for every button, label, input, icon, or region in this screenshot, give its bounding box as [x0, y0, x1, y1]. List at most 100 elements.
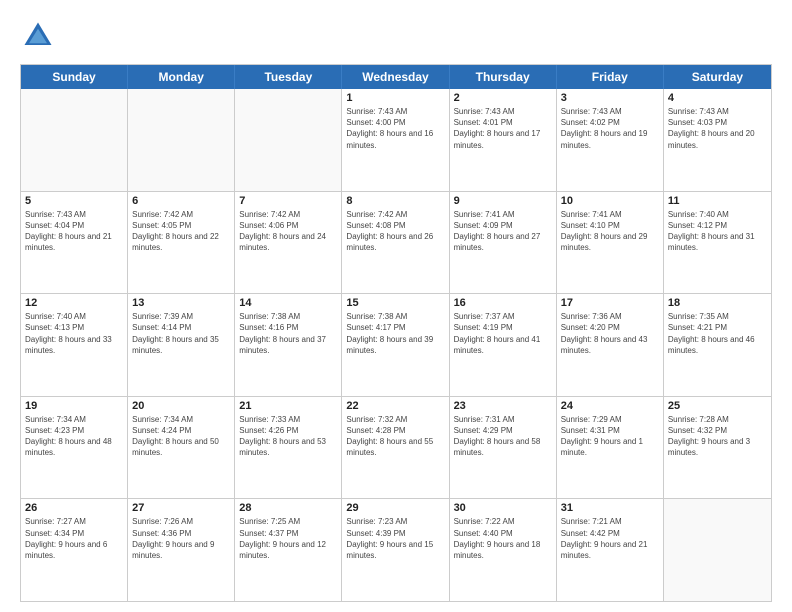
- page: SundayMondayTuesdayWednesdayThursdayFrid…: [0, 0, 792, 612]
- logo-icon: [20, 18, 56, 54]
- calendar-header: SundayMondayTuesdayWednesdayThursdayFrid…: [21, 65, 771, 89]
- day-info: Sunrise: 7:35 AMSunset: 4:21 PMDaylight:…: [668, 311, 767, 356]
- calendar-cell-14: 14 Sunrise: 7:38 AMSunset: 4:16 PMDayligh…: [235, 294, 342, 396]
- day-number: 9: [454, 195, 552, 207]
- calendar: SundayMondayTuesdayWednesdayThursdayFrid…: [20, 64, 772, 602]
- logo: [20, 18, 60, 54]
- day-number: 19: [25, 400, 123, 412]
- day-number: 29: [346, 502, 444, 514]
- calendar-week-4: 19 Sunrise: 7:34 AMSunset: 4:23 PMDayligh…: [21, 397, 771, 500]
- day-number: 20: [132, 400, 230, 412]
- calendar-weekday-wednesday: Wednesday: [342, 65, 449, 89]
- calendar-cell-2: 2 Sunrise: 7:43 AMSunset: 4:01 PMDaylight…: [450, 89, 557, 191]
- calendar-cell-4: 4Sunrise: 7:43 AMSunset: 4:03 PMDaylight…: [664, 89, 771, 191]
- day-info: Sunrise: 7:40 AMSunset: 4:12 PMDaylight:…: [668, 209, 767, 254]
- day-number: 1: [346, 92, 444, 104]
- day-number: 15: [346, 297, 444, 309]
- calendar-cell-empty: [128, 89, 235, 191]
- day-info: Sunrise: 7:37 AMSunset: 4:19 PMDaylight:…: [454, 311, 552, 356]
- calendar-week-2: 5 Sunrise: 7:43 AMSunset: 4:04 PMDaylight…: [21, 192, 771, 295]
- day-info: Sunrise: 7:43 AMSunset: 4:02 PMDaylight:…: [561, 106, 659, 151]
- day-number: 31: [561, 502, 659, 514]
- calendar-cell-10: 10 Sunrise: 7:41 AMSunset: 4:10 PMDayligh…: [557, 192, 664, 294]
- day-info: Sunrise: 7:28 AMSunset: 4:32 PMDaylight:…: [668, 414, 767, 459]
- day-number: 30: [454, 502, 552, 514]
- calendar-cell-28: 28 Sunrise: 7:25 AMSunset: 4:37 PMDayligh…: [235, 499, 342, 601]
- calendar-week-5: 26 Sunrise: 7:27 AMSunset: 4:34 PMDayligh…: [21, 499, 771, 601]
- calendar-cell-17: 17Sunrise: 7:36 AMSunset: 4:20 PMDayligh…: [557, 294, 664, 396]
- day-info: Sunrise: 7:41 AMSunset: 4:10 PMDaylight:…: [561, 209, 659, 254]
- day-info: Sunrise: 7:38 AMSunset: 4:17 PMDaylight:…: [346, 311, 444, 356]
- day-number: 23: [454, 400, 552, 412]
- header: [20, 18, 772, 54]
- day-number: 7: [239, 195, 337, 207]
- calendar-cell-1: 1 Sunrise: 7:43 AMSunset: 4:00 PMDaylight…: [342, 89, 449, 191]
- calendar-cell-22: 22 Sunrise: 7:32 AMSunset: 4:28 PMDayligh…: [342, 397, 449, 499]
- day-info: Sunrise: 7:23 AMSunset: 4:39 PMDaylight:…: [346, 516, 444, 561]
- day-info: Sunrise: 7:32 AMSunset: 4:28 PMDaylight:…: [346, 414, 444, 459]
- day-number: 22: [346, 400, 444, 412]
- calendar-weekday-friday: Friday: [557, 65, 664, 89]
- calendar-cell-6: 6 Sunrise: 7:42 AMSunset: 4:05 PMDaylight…: [128, 192, 235, 294]
- calendar-week-3: 12 Sunrise: 7:40 AMSunset: 4:13 PMDayligh…: [21, 294, 771, 397]
- calendar-cell-15: 15 Sunrise: 7:38 AMSunset: 4:17 PMDayligh…: [342, 294, 449, 396]
- day-info: Sunrise: 7:34 AMSunset: 4:24 PMDaylight:…: [132, 414, 230, 459]
- day-number: 16: [454, 297, 552, 309]
- calendar-cell-7: 7 Sunrise: 7:42 AMSunset: 4:06 PMDaylight…: [235, 192, 342, 294]
- calendar-cell-23: 23 Sunrise: 7:31 AMSunset: 4:29 PMDayligh…: [450, 397, 557, 499]
- calendar-cell-24: 24Sunrise: 7:29 AMSunset: 4:31 PMDayligh…: [557, 397, 664, 499]
- day-number: 10: [561, 195, 659, 207]
- calendar-cell-5: 5 Sunrise: 7:43 AMSunset: 4:04 PMDaylight…: [21, 192, 128, 294]
- day-number: 21: [239, 400, 337, 412]
- day-number: 28: [239, 502, 337, 514]
- calendar-cell-18: 18 Sunrise: 7:35 AMSunset: 4:21 PMDayligh…: [664, 294, 771, 396]
- day-number: 27: [132, 502, 230, 514]
- calendar-cell-30: 30 Sunrise: 7:22 AMSunset: 4:40 PMDayligh…: [450, 499, 557, 601]
- day-number: 2: [454, 92, 552, 104]
- calendar-cell-16: 16 Sunrise: 7:37 AMSunset: 4:19 PMDayligh…: [450, 294, 557, 396]
- calendar-cell-21: 21 Sunrise: 7:33 AMSunset: 4:26 PMDayligh…: [235, 397, 342, 499]
- calendar-cell-25: 25 Sunrise: 7:28 AMSunset: 4:32 PMDayligh…: [664, 397, 771, 499]
- day-info: Sunrise: 7:38 AMSunset: 4:16 PMDaylight:…: [239, 311, 337, 356]
- day-info: Sunrise: 7:25 AMSunset: 4:37 PMDaylight:…: [239, 516, 337, 561]
- day-info: Sunrise: 7:27 AMSunset: 4:34 PMDaylight:…: [25, 516, 123, 561]
- day-number: 25: [668, 400, 767, 412]
- day-info: Sunrise: 7:31 AMSunset: 4:29 PMDaylight:…: [454, 414, 552, 459]
- calendar-cell-empty: [21, 89, 128, 191]
- day-number: 26: [25, 502, 123, 514]
- day-info: Sunrise: 7:42 AMSunset: 4:06 PMDaylight:…: [239, 209, 337, 254]
- calendar-cell-13: 13Sunrise: 7:39 AMSunset: 4:14 PMDayligh…: [128, 294, 235, 396]
- calendar-weekday-thursday: Thursday: [450, 65, 557, 89]
- day-info: Sunrise: 7:43 AMSunset: 4:03 PMDaylight:…: [668, 106, 767, 151]
- calendar-cell-8: 8Sunrise: 7:42 AMSunset: 4:08 PMDaylight…: [342, 192, 449, 294]
- calendar-cell-29: 29 Sunrise: 7:23 AMSunset: 4:39 PMDayligh…: [342, 499, 449, 601]
- day-info: Sunrise: 7:21 AMSunset: 4:42 PMDaylight:…: [561, 516, 659, 561]
- calendar-week-1: 1 Sunrise: 7:43 AMSunset: 4:00 PMDaylight…: [21, 89, 771, 192]
- calendar-weekday-saturday: Saturday: [664, 65, 771, 89]
- calendar-weekday-monday: Monday: [128, 65, 235, 89]
- calendar-cell-empty: [235, 89, 342, 191]
- day-info: Sunrise: 7:29 AMSunset: 4:31 PMDaylight:…: [561, 414, 659, 459]
- day-info: Sunrise: 7:34 AMSunset: 4:23 PMDaylight:…: [25, 414, 123, 459]
- calendar-cell-19: 19 Sunrise: 7:34 AMSunset: 4:23 PMDayligh…: [21, 397, 128, 499]
- day-info: Sunrise: 7:22 AMSunset: 4:40 PMDaylight:…: [454, 516, 552, 561]
- day-info: Sunrise: 7:42 AMSunset: 4:05 PMDaylight:…: [132, 209, 230, 254]
- calendar-cell-empty: [664, 499, 771, 601]
- day-info: Sunrise: 7:40 AMSunset: 4:13 PMDaylight:…: [25, 311, 123, 356]
- day-number: 5: [25, 195, 123, 207]
- day-info: Sunrise: 7:36 AMSunset: 4:20 PMDaylight:…: [561, 311, 659, 356]
- calendar-cell-12: 12 Sunrise: 7:40 AMSunset: 4:13 PMDayligh…: [21, 294, 128, 396]
- day-number: 12: [25, 297, 123, 309]
- day-info: Sunrise: 7:43 AMSunset: 4:00 PMDaylight:…: [346, 106, 444, 151]
- day-number: 6: [132, 195, 230, 207]
- day-number: 14: [239, 297, 337, 309]
- day-info: Sunrise: 7:39 AMSunset: 4:14 PMDaylight:…: [132, 311, 230, 356]
- day-info: Sunrise: 7:43 AMSunset: 4:01 PMDaylight:…: [454, 106, 552, 151]
- day-number: 18: [668, 297, 767, 309]
- calendar-cell-31: 31 Sunrise: 7:21 AMSunset: 4:42 PMDayligh…: [557, 499, 664, 601]
- day-info: Sunrise: 7:33 AMSunset: 4:26 PMDaylight:…: [239, 414, 337, 459]
- calendar-cell-27: 27Sunrise: 7:26 AMSunset: 4:36 PMDayligh…: [128, 499, 235, 601]
- calendar-cell-11: 11Sunrise: 7:40 AMSunset: 4:12 PMDayligh…: [664, 192, 771, 294]
- day-info: Sunrise: 7:43 AMSunset: 4:04 PMDaylight:…: [25, 209, 123, 254]
- day-number: 3: [561, 92, 659, 104]
